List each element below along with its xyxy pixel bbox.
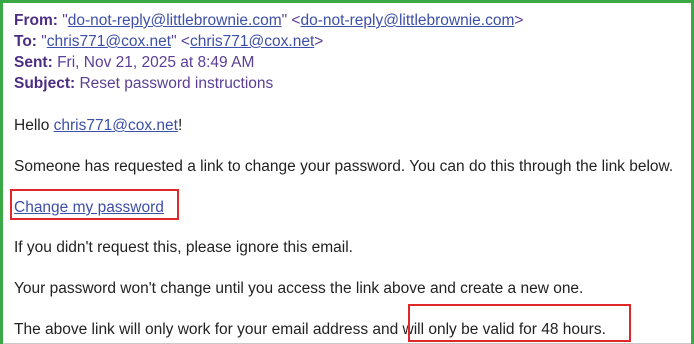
to-label: To: <box>14 33 37 50</box>
from-address-link[interactable]: do-not-reply@littlebrownie.com <box>301 12 515 29</box>
sent-label: Sent: <box>14 54 53 71</box>
subject-label: Subject: <box>14 75 76 92</box>
highlight-box-link <box>10 189 179 220</box>
to-name-link[interactable]: chris771@cox.net <box>47 33 171 50</box>
validity-part1: The above link will only work for your e… <box>14 321 403 338</box>
greeting: Hello chris771@cox.net! <box>14 117 183 134</box>
email-header: From: "do-not-reply@littlebrownie.com" <… <box>14 10 684 94</box>
body-line-no-change: Your password won't change until you acc… <box>14 280 584 297</box>
from-row: From: "do-not-reply@littlebrownie.com" <… <box>14 12 524 29</box>
sent-value: Fri, Nov 21, 2025 at 8:49 AM <box>57 54 255 71</box>
sent-row: Sent: Fri, Nov 21, 2025 at 8:49 AM <box>14 52 684 73</box>
to-address-link[interactable]: chris771@cox.net <box>190 33 314 50</box>
body-line-request: Someone has requested a link to change y… <box>14 158 674 175</box>
from-name-link[interactable]: do-not-reply@littlebrownie.com <box>68 12 282 29</box>
highlight-box-validity <box>408 304 631 342</box>
subject-value: Reset password instructions <box>79 75 274 92</box>
from-label: From: <box>14 12 58 29</box>
greeting-email-link[interactable]: chris771@cox.net <box>54 117 178 134</box>
to-row: To: "chris771@cox.net" <chris771@cox.net… <box>14 33 324 50</box>
subject-row: Subject: Reset password instructions <box>14 73 684 94</box>
body-line-ignore: If you didn't request this, please ignor… <box>14 239 353 256</box>
